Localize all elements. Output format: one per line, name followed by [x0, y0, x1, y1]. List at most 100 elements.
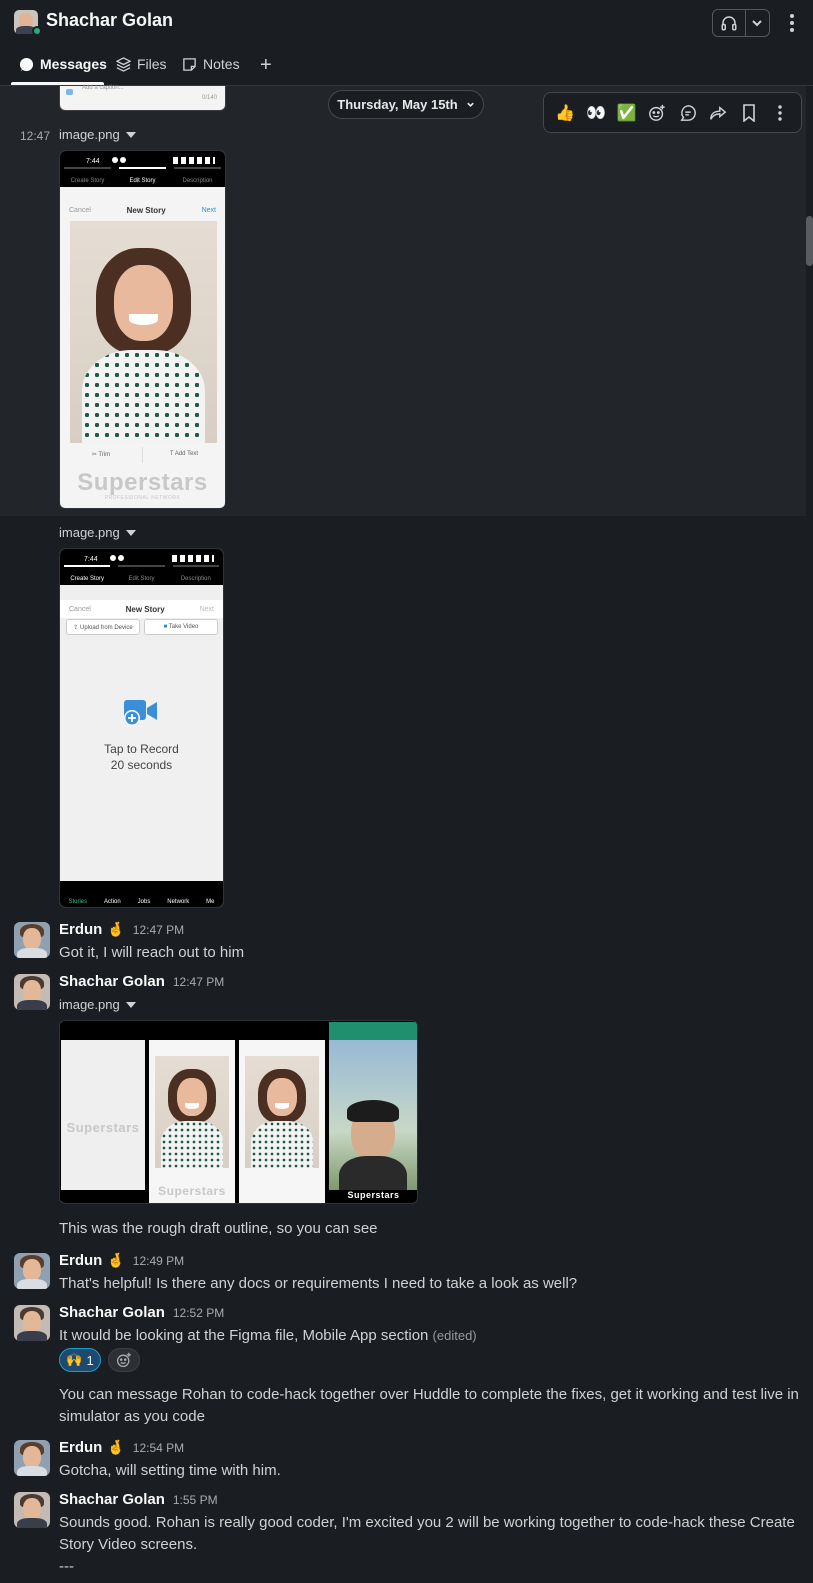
image-attachment[interactable]: Superstars Superstars Superstars — [59, 1020, 418, 1204]
user-name[interactable]: Erdun — [59, 1439, 102, 1456]
online-status-icon — [32, 26, 42, 36]
date-label: Thursday, May 15th — [337, 97, 458, 112]
phone-bottom-nav: Stories Action Jobs Network Me — [60, 881, 223, 907]
notes-icon — [183, 58, 196, 71]
chevron-down-icon — [752, 20, 763, 27]
phone-tab-active: Edit Story — [119, 167, 166, 187]
user-name[interactable]: Shachar Golan — [59, 1304, 165, 1321]
message-header: Erdun 🤞 12:49 PM — [59, 1252, 184, 1269]
react-thumbsup-button[interactable]: 👍 — [552, 100, 578, 126]
edited-label: (edited) — [432, 1328, 477, 1343]
phone-tab-active: Create Story — [64, 565, 111, 585]
user-name[interactable]: Shachar Golan — [59, 1491, 165, 1508]
add-reaction-button[interactable] — [644, 100, 670, 126]
message-header: Shachar Golan 1:55 PM — [59, 1491, 218, 1508]
phone-navbar: Cancel New Story Next — [60, 600, 223, 618]
caret-down-icon — [125, 529, 136, 536]
superstars-logo: Superstars — [66, 1120, 140, 1135]
message-text: That's helpful! Is there any docs or req… — [59, 1275, 578, 1292]
huddle-options-button[interactable] — [746, 10, 769, 36]
file-name: image.png — [59, 997, 120, 1012]
reply-thread-button[interactable] — [675, 100, 701, 126]
woman-portrait-photo — [70, 221, 217, 443]
scrollbar-thumb[interactable] — [806, 216, 813, 266]
status-icons — [110, 555, 132, 562]
avatar[interactable] — [14, 1253, 50, 1289]
message-text: You can message Rohan to code-hack toget… — [59, 1386, 799, 1425]
phone-time: 7:44 — [84, 556, 98, 563]
phone-nav-next: Next — [199, 605, 214, 613]
huddle-button[interactable] — [713, 10, 746, 36]
message-actions-toolbar: 👍 👀 ✅ — [543, 92, 802, 133]
signal-battery-icons — [173, 157, 215, 164]
tab-files[interactable]: Files — [116, 56, 167, 86]
phone-tab: Description — [174, 167, 221, 187]
message-text: It would be looking at the Figma file, M… — [59, 1327, 429, 1344]
avatar[interactable] — [14, 1305, 50, 1341]
message-header: Shachar Golan 12:52 PM — [59, 1304, 224, 1321]
phone-edit-tools: ✂ Trim T Add Text — [60, 447, 225, 463]
add-reaction-button[interactable] — [108, 1348, 140, 1372]
huddle-button-group — [712, 9, 770, 37]
files-icon — [116, 57, 131, 72]
phone-nav-title: New Story — [125, 604, 165, 614]
signal-battery-icons — [172, 555, 214, 562]
more-options-button[interactable] — [780, 10, 804, 36]
phone-tab: Description — [172, 565, 219, 585]
caret-down-icon — [125, 1001, 136, 1008]
user-name[interactable]: Erdun — [59, 921, 102, 938]
image-attachment[interactable]: 7:44 Create Story Edit Story Description… — [59, 150, 226, 509]
phone-nav-cancel: Cancel — [69, 206, 91, 214]
chevron-down-icon — [466, 102, 474, 107]
avatar[interactable] — [14, 1440, 50, 1476]
image-attachment[interactable]: 7:44 Create Story Edit Story Description… — [59, 548, 224, 908]
reaction-pill[interactable]: 🙌 1 — [59, 1348, 101, 1372]
add-tab-button[interactable]: + — [260, 54, 272, 77]
avatar[interactable] — [14, 922, 50, 958]
user-name[interactable]: Erdun — [59, 1252, 102, 1269]
react-eyes-button[interactable]: 👀 — [583, 100, 609, 126]
status-emoji: 🤞 — [107, 921, 125, 937]
forward-button[interactable] — [705, 100, 731, 126]
bookmark-icon — [743, 103, 755, 122]
message-timestamp[interactable]: 12:49 PM — [133, 1254, 184, 1268]
message-timestamp[interactable]: 12:47 — [20, 129, 50, 143]
more-actions-button[interactable] — [767, 100, 793, 126]
message-timestamp[interactable]: 12:54 PM — [133, 1441, 184, 1455]
date-divider-button[interactable]: Thursday, May 15th — [328, 90, 484, 119]
caption-placeholder: Add a caption... — [82, 85, 124, 91]
message-text-row: It would be looking at the Figma file, M… — [59, 1325, 477, 1347]
react-check-button[interactable]: ✅ — [614, 100, 640, 126]
avatar[interactable] — [14, 1492, 50, 1528]
avatar[interactable] — [14, 974, 50, 1010]
status-emoji: 🤞 — [107, 1439, 125, 1455]
eyes-emoji: 👀 — [585, 104, 606, 122]
message-text: Sounds good. Rohan is really good coder,… — [59, 1514, 795, 1553]
phone-upload-button: ⇪ Upload from Device — [66, 619, 140, 635]
phone-nav-jobs: Jobs — [137, 899, 151, 905]
file-name-toggle[interactable]: image.png — [59, 525, 136, 540]
superstars-tagline: PROFESSIONAL NETWORK — [104, 495, 181, 501]
user-name[interactable]: Shachar Golan — [59, 973, 165, 990]
superstars-logo: Superstars — [347, 1190, 400, 1200]
message-timestamp[interactable]: 12:47 PM — [173, 975, 224, 989]
image-caption-preview[interactable]: Add a caption... 0/140 — [59, 85, 226, 111]
message-icon — [19, 57, 34, 72]
phone-nav-stories: Stories — [68, 899, 88, 905]
message-header: Shachar Golan 12:47 PM — [59, 973, 224, 990]
screen-panel-description — [239, 1022, 325, 1203]
superstars-logo: Superstars — [77, 469, 208, 496]
message-timestamp[interactable]: 12:52 PM — [173, 1306, 224, 1320]
file-name-toggle[interactable]: image.png — [59, 997, 136, 1012]
message-timestamp[interactable]: 1:55 PM — [173, 1493, 218, 1507]
check-emoji: ✅ — [616, 104, 637, 122]
message-timestamp[interactable]: 12:47 PM — [133, 923, 184, 937]
more-vertical-icon — [790, 14, 794, 32]
share-icon — [710, 105, 727, 120]
page-title[interactable]: Shachar Golan — [46, 10, 173, 31]
message-text: Got it, I will reach out to him — [59, 944, 245, 961]
caption-icon — [66, 89, 73, 95]
save-for-later-button[interactable] — [736, 100, 762, 126]
tab-notes[interactable]: Notes — [182, 56, 240, 86]
file-name-toggle[interactable]: image.png — [59, 127, 136, 142]
